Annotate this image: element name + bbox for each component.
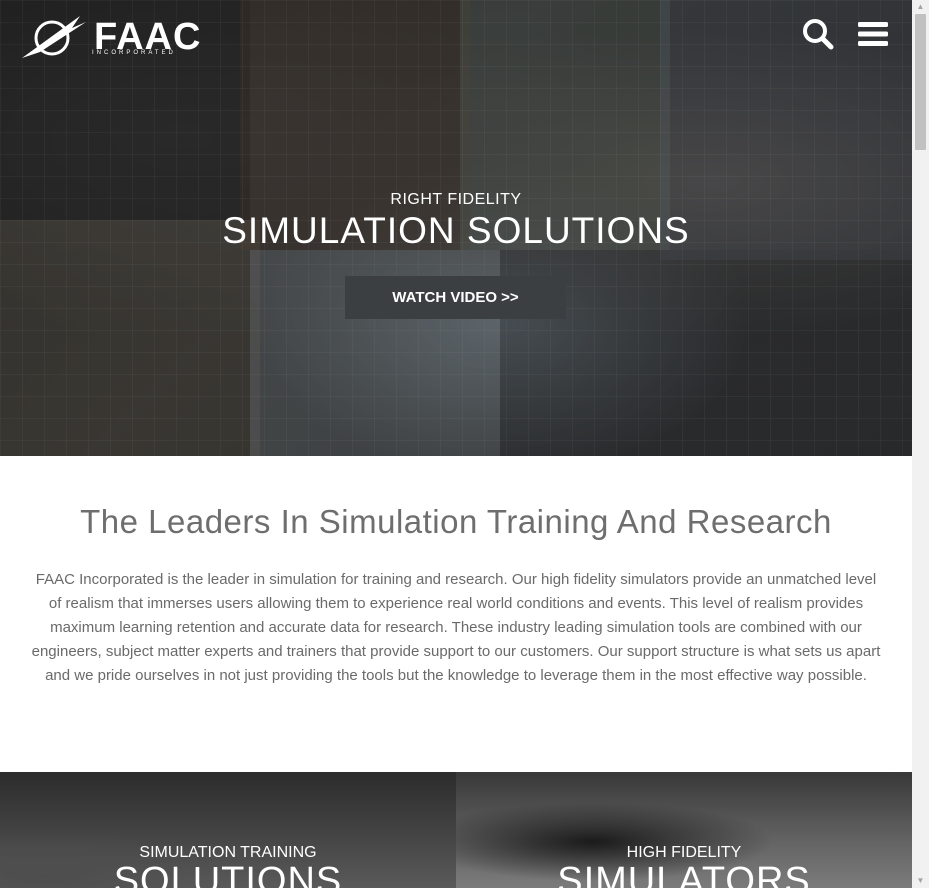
hamburger-menu-icon — [858, 22, 888, 46]
logo-jet-icon — [22, 16, 86, 58]
scrollbar-thumb[interactable] — [915, 14, 926, 150]
tile-title: SOLUTIONS — [113, 860, 343, 888]
scroll-down-icon[interactable]: ▼ — [915, 876, 926, 886]
hero-banner: FAAC INCORPORATED RIGHT FIDELITY SIMULAT… — [0, 0, 912, 456]
hero-title: SIMULATION SOLUTIONS — [222, 210, 690, 251]
logo-subtext: INCORPORATED — [92, 50, 176, 56]
search-button[interactable] — [802, 18, 834, 50]
page: FAAC INCORPORATED RIGHT FIDELITY SIMULAT… — [0, 0, 912, 888]
intro-body: FAAC Incorporated is the leader in simul… — [31, 571, 881, 684]
intro-title: The Leaders In Simulation Training And R… — [80, 503, 832, 540]
tile-high-fidelity[interactable]: HIGH FIDELITY SIMULATORS — [456, 772, 912, 888]
hero-kicker: RIGHT FIDELITY — [390, 191, 522, 208]
tile-simulation-training[interactable]: SIMULATION TRAINING SOLUTIONS — [0, 772, 456, 888]
watch-video-button[interactable]: WATCH VIDEO >> — [345, 276, 566, 319]
scroll-up-icon[interactable]: ▲ — [915, 2, 926, 12]
search-icon — [803, 19, 834, 50]
menu-button[interactable] — [858, 20, 888, 48]
tile-title: SIMULATORS — [557, 860, 811, 888]
